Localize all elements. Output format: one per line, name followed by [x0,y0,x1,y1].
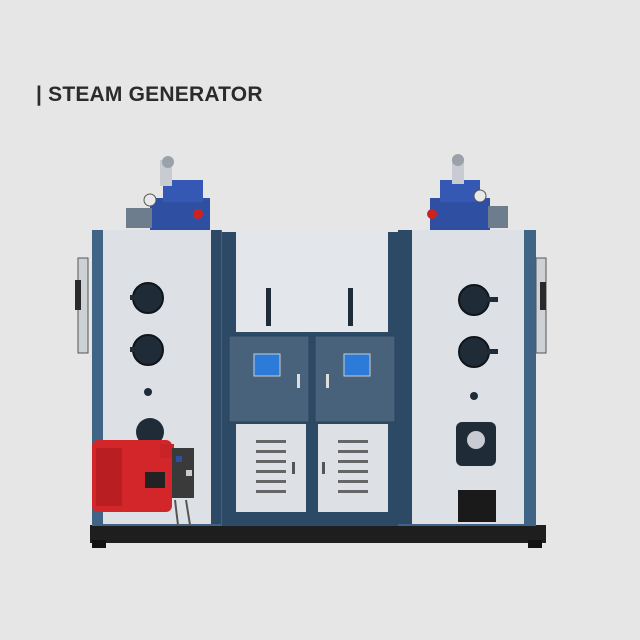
steam-generator-image [75,154,547,548]
base-frame [90,525,546,543]
vented-door-right [318,424,388,512]
right-unit [398,154,547,526]
ash-door [458,490,496,522]
display-screen [253,353,281,377]
base-foot-left [92,540,106,548]
porthole [458,336,490,368]
center-unit [222,232,398,526]
display-screen [343,353,371,377]
base-foot-right [528,540,542,548]
vented-door-left [236,424,306,512]
porthole [458,284,490,316]
